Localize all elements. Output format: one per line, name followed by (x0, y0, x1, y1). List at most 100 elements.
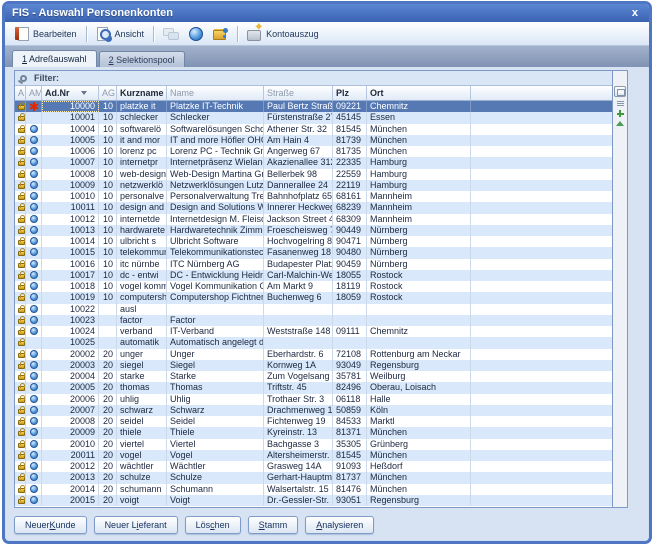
table-row[interactable]: 1001010personalvePersonalverwaltung Tren… (15, 191, 612, 202)
cell-kurzname: dc - entwi (117, 270, 167, 281)
cell-am (26, 450, 42, 461)
lock-icon (18, 330, 25, 335)
folder-user-button[interactable] (208, 24, 233, 43)
cell-status (15, 450, 26, 461)
rows-mark-icon[interactable] (617, 101, 624, 106)
table-row[interactable]: 1001710dc - entwiDC - Entwicklung Heidne… (15, 270, 612, 281)
column-header-label: AG (102, 86, 115, 100)
cell-adnr: 10014 (42, 236, 99, 247)
table-row[interactable]: 10024verbandIT-VerbandWeststraße 1480911… (15, 326, 612, 337)
globe-icon (30, 260, 38, 268)
column-header-filler[interactable] (471, 86, 612, 100)
red-star-icon (33, 102, 35, 111)
l-schen-button[interactable]: Löschen (185, 516, 241, 534)
filter-row[interactable]: Filter: (15, 71, 612, 86)
table-row[interactable]: 1000710internetprInternetpräsenz Wieland… (15, 157, 612, 168)
table-row[interactable]: 2000520thomasThomasTriftstr. 4582496Ober… (15, 382, 612, 393)
table-row[interactable]: 2000320siegelSiegelKornweg 1A93049Regens… (15, 360, 612, 371)
cell-am (26, 461, 42, 472)
plus-mark-icon[interactable] (617, 110, 624, 117)
cell-kurzname: internetde (117, 214, 167, 225)
cell-kurzname: web-design (117, 169, 167, 180)
table-row[interactable]: 2000820seidelSeidelFichtenweg 1984533Mar… (15, 416, 612, 427)
cell-ort (367, 315, 471, 326)
cell-filler (471, 495, 612, 506)
table-row[interactable]: 2000720schwarzSchwarzDrachmenweg 1350859… (15, 405, 612, 416)
cell-plz: 81371 (333, 427, 367, 438)
table-row[interactable]: 1001410ulbricht sUlbricht SoftwareHochvo… (15, 236, 612, 247)
cell-ort: Hamburg (367, 180, 471, 191)
table-row[interactable]: 1001610itc nürnbeITC Nürnberg AGBudapest… (15, 259, 612, 270)
cell-ag: 10 (99, 135, 117, 146)
stamm-button[interactable]: Stamm (248, 516, 299, 534)
globe-button[interactable] (183, 24, 208, 43)
neuer-kunde-button[interactable]: Neuer Kunde (14, 516, 87, 534)
cell-adnr: 20002 (42, 349, 99, 360)
column-header-name[interactable]: Name (167, 86, 264, 100)
cell-ag: 10 (99, 157, 117, 168)
cell-strasse: Dannerallee 24 (264, 180, 333, 191)
table-row[interactable]: 1000510it and morIT and more Höfler OHGA… (15, 135, 612, 146)
table-row[interactable]: 2001120vogelVogelAltersheimerstr. 9A8154… (15, 450, 612, 461)
column-header-a[interactable]: A (15, 86, 26, 100)
neuer-lieferant-button[interactable]: Neuer Lieferant (94, 516, 178, 534)
table-row[interactable]: 1001310hardwareteHardwaretechnik Zimmerm… (15, 225, 612, 236)
table-row[interactable]: 2000220ungerUngerEberhardstr. 672108Rott… (15, 349, 612, 360)
lock-icon (18, 206, 25, 211)
cell-name: Schwarz (167, 405, 264, 416)
column-config-icon[interactable] (614, 86, 626, 97)
table-row[interactable]: 2000420starkeStarkeZum Vogelsang 1535781… (15, 371, 612, 382)
table-row[interactable]: 1000110schleckerSchleckerFürstenstraße 2… (15, 112, 612, 123)
column-header-label: Ort (370, 86, 384, 100)
analysieren-button[interactable]: Analysieren (305, 516, 374, 534)
column-header-kurzname[interactable]: Kurzname (117, 86, 167, 100)
table-row[interactable]: 2001520voigtVoigtDr.-Gessler-Str. 15B930… (15, 495, 612, 506)
table-row[interactable]: 1001510telekommunTelekommunikationstechn… (15, 247, 612, 258)
table-row[interactable]: 10022ausl (15, 304, 612, 315)
cell-ort: Regensburg (367, 360, 471, 371)
column-header-am[interactable]: AM (26, 86, 42, 100)
table-row[interactable]: 1001210internetdeInternetdesign M. Fleis… (15, 214, 612, 225)
column-header-ort[interactable]: Ort (367, 86, 471, 100)
globe-icon (30, 158, 38, 166)
table-row[interactable]: 10023factorFactor (15, 315, 612, 326)
cell-name: Wächtler (167, 461, 264, 472)
table-row[interactable]: 1000810web-designWeb-Design Martina Groß… (15, 169, 612, 180)
cell-adnr: 10017 (42, 270, 99, 281)
kontoauszug-button[interactable]: Kontoauszug (242, 24, 324, 43)
table-row[interactable]: 2001420schumannSchumannWalsertalstr. 158… (15, 484, 612, 495)
table-row[interactable]: 2001320schulzeSchulzeGerhart-Hauptmann-R… (15, 472, 612, 483)
column-header-plz[interactable]: Plz (333, 86, 367, 100)
cell-filler (471, 394, 612, 405)
cell-filler (471, 472, 612, 483)
cell-name (167, 304, 264, 315)
cell-ag: 20 (99, 450, 117, 461)
lock-icon (18, 285, 25, 290)
tab-1[interactable]: 1 Adreßauswahl (12, 50, 97, 67)
close-icon[interactable]: x (628, 6, 642, 20)
column-header-ag[interactable]: AG (99, 86, 117, 100)
table-row[interactable]: 2001220wächtlerWächtlerGrasweg 14A91093H… (15, 461, 612, 472)
table-row[interactable]: 1000410softwarelöSoftwarelösungen Scholl… (15, 124, 612, 135)
column-header-strasse[interactable]: Straße (264, 86, 333, 100)
table-row[interactable]: 2000920thieleThieleKyreinstr. 1381371Mün… (15, 427, 612, 438)
column-header-adnr[interactable]: Ad.Nr (42, 86, 99, 100)
table-row[interactable]: 1001110design andDesign and Solutions We… (15, 202, 612, 213)
table-row[interactable]: 1000010platzke itPlatzke IT-TechnikPaul … (15, 101, 612, 112)
comments-button[interactable] (158, 24, 183, 43)
cell-am (26, 225, 42, 236)
table-row[interactable]: 1001810vogel kommVogel Kommunikation OHG… (15, 281, 612, 292)
table-row[interactable]: 2001020viertelViertelBachgasse 335305Grü… (15, 439, 612, 450)
cell-status (15, 214, 26, 225)
ansicht-button[interactable]: Ansicht (91, 24, 150, 43)
cell-am (26, 202, 42, 213)
bearbeiten-button[interactable]: Bearbeiten (9, 24, 82, 43)
table-row[interactable]: 1001910computershComputershop FichtnerBu… (15, 292, 612, 303)
table-row[interactable]: 1000910netzwerklöNetzwerklösungen Lutz R… (15, 180, 612, 191)
table-row[interactable]: 2000620uhligUhligTrothaer Str. 306118Hal… (15, 394, 612, 405)
tab-2[interactable]: 2 Selektionspool (99, 51, 185, 67)
cell-filler (471, 135, 612, 146)
table-row[interactable]: 10025automatikAutomatisch angelegt durch… (15, 337, 612, 348)
table-row[interactable]: 1000610lorenz pcLorenz PC - Technik GmbH… (15, 146, 612, 157)
up-arrow-icon[interactable] (616, 121, 624, 126)
